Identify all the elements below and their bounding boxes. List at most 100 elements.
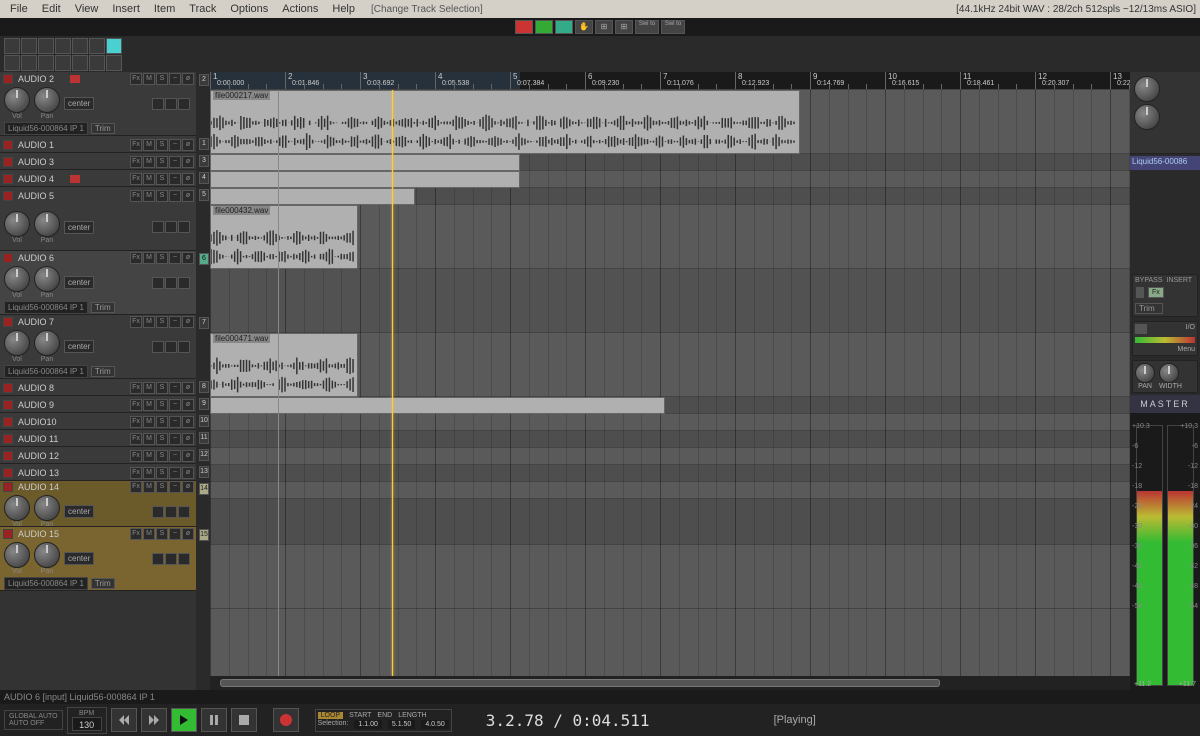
rewind-btn[interactable] bbox=[111, 708, 137, 732]
center-btn[interactable]: center bbox=[64, 97, 94, 110]
track-number[interactable]: 15 bbox=[199, 529, 209, 541]
ruler-bar-13[interactable]: 130:22.1 bbox=[1110, 72, 1113, 90]
audio-clip[interactable] bbox=[210, 188, 415, 205]
center-btn[interactable]: center bbox=[64, 221, 94, 234]
menu-help[interactable]: Help bbox=[326, 1, 361, 17]
track-panel-7[interactable]: AUDIO 7 Fx M S ~ ø Vol Pan center Liquid… bbox=[0, 315, 196, 379]
trim-btn[interactable]: Trim bbox=[91, 123, 115, 134]
toolbar-btn-1[interactable] bbox=[515, 20, 533, 34]
toolbar-btn-switch-1[interactable]: Swi to bbox=[635, 20, 659, 34]
track-number[interactable]: 5 bbox=[199, 189, 209, 201]
env-btn[interactable]: ~ bbox=[169, 156, 181, 168]
audio-clip[interactable] bbox=[210, 171, 520, 188]
bypass-btn[interactable] bbox=[1136, 287, 1144, 298]
mute-btn[interactable]: M bbox=[143, 156, 155, 168]
env-btn[interactable]: ~ bbox=[169, 433, 181, 445]
mute-btn[interactable]: M bbox=[143, 382, 155, 394]
lane-6[interactable] bbox=[210, 269, 1130, 333]
pause-btn[interactable] bbox=[201, 708, 227, 732]
toolbar-btn-2[interactable] bbox=[535, 20, 553, 34]
mute-btn[interactable]: M bbox=[143, 173, 155, 185]
scrollbar-thumb[interactable] bbox=[220, 679, 940, 687]
route-label[interactable]: Liquid56-000864 IP 1 bbox=[4, 122, 88, 135]
lane-15[interactable] bbox=[210, 545, 1130, 609]
send-knob-2[interactable] bbox=[1134, 104, 1160, 130]
ruler-bar-12[interactable]: 120:20.307 bbox=[1035, 72, 1038, 90]
phase-btn[interactable]: ø bbox=[182, 481, 194, 493]
fx-btn[interactable]: Fx bbox=[130, 528, 142, 540]
tool-btn-13[interactable] bbox=[89, 55, 105, 71]
ruler-bar-1[interactable]: 10:00.000 bbox=[210, 72, 213, 90]
track-panel-5[interactable]: AUDIO 5 Fx M S ~ ø Vol Pan center bbox=[0, 187, 196, 251]
tool-btn-11[interactable] bbox=[55, 55, 71, 71]
phase-btn[interactable]: ø bbox=[182, 467, 194, 479]
track-number[interactable]: 1 bbox=[199, 138, 209, 150]
pan-knob[interactable] bbox=[34, 87, 60, 113]
mute-btn[interactable]: M bbox=[143, 139, 155, 151]
ruler-bar-9[interactable]: 90:14.769 bbox=[810, 72, 813, 90]
track-number[interactable]: 3 bbox=[199, 155, 209, 167]
track-btn-c[interactable] bbox=[178, 98, 190, 110]
ruler-bar-7[interactable]: 70:11.076 bbox=[660, 72, 663, 90]
fx-btn[interactable]: Fx bbox=[130, 316, 142, 328]
track-panel-11[interactable]: AUDIO 11 Fx M S ~ ø bbox=[0, 430, 196, 447]
fx-btn[interactable]: Fx bbox=[130, 416, 142, 428]
track-name[interactable]: AUDIO 7 bbox=[16, 317, 68, 327]
track-number[interactable]: 13 bbox=[199, 466, 209, 478]
mute-btn[interactable]: M bbox=[143, 416, 155, 428]
trim-btn[interactable]: Trim bbox=[91, 302, 115, 313]
lane-13[interactable] bbox=[210, 482, 1130, 499]
io-toggle[interactable] bbox=[1135, 324, 1147, 334]
track-panel-6[interactable]: AUDIO 6 Fx M S ~ ø Vol Pan center Liquid… bbox=[0, 251, 196, 315]
track-btn-a[interactable] bbox=[152, 506, 164, 518]
center-btn[interactable]: center bbox=[64, 340, 94, 353]
ruler-bar-2[interactable]: 20:01.846 bbox=[285, 72, 288, 90]
phase-btn[interactable]: ø bbox=[182, 190, 194, 202]
tool-btn-1[interactable] bbox=[4, 38, 20, 54]
track-btn-b[interactable] bbox=[165, 277, 177, 289]
loop-label[interactable]: LOOP bbox=[318, 712, 343, 719]
record-arm[interactable] bbox=[3, 383, 13, 393]
solo-btn[interactable]: S bbox=[156, 528, 168, 540]
record-arm[interactable] bbox=[3, 451, 13, 461]
env-btn[interactable]: ~ bbox=[169, 467, 181, 479]
folder-icon[interactable] bbox=[70, 75, 80, 83]
record-arm[interactable] bbox=[3, 157, 13, 167]
menu-view[interactable]: View bbox=[69, 1, 105, 17]
trim-btn[interactable]: Trim bbox=[91, 578, 115, 589]
end-value[interactable]: 5.1.50 bbox=[388, 720, 415, 729]
send-knob-1[interactable] bbox=[1134, 76, 1160, 102]
menu-edit[interactable]: Edit bbox=[36, 1, 67, 17]
track-panel-3[interactable]: AUDIO 3 Fx M S ~ ø bbox=[0, 153, 196, 170]
mute-btn[interactable]: M bbox=[143, 73, 155, 85]
track-btn-c[interactable] bbox=[178, 553, 190, 565]
record-arm[interactable] bbox=[3, 482, 13, 492]
phase-btn[interactable]: ø bbox=[182, 528, 194, 540]
track-number[interactable]: 6 bbox=[199, 253, 209, 265]
toolbar-btn-3[interactable] bbox=[555, 20, 573, 34]
solo-btn[interactable]: S bbox=[156, 316, 168, 328]
record-arm[interactable] bbox=[3, 253, 13, 263]
track-name[interactable]: AUDIO 4 bbox=[16, 174, 68, 184]
volume-knob[interactable] bbox=[4, 266, 30, 292]
ruler-bar-4[interactable]: 40:05.538 bbox=[435, 72, 438, 90]
fx-btn[interactable]: Fx bbox=[130, 450, 142, 462]
track-panel-10[interactable]: AUDIO10 Fx M S ~ ø bbox=[0, 413, 196, 430]
route-label[interactable]: Liquid56-000864 IP 1 bbox=[4, 301, 88, 314]
solo-btn[interactable]: S bbox=[156, 450, 168, 462]
volume-knob[interactable] bbox=[4, 542, 30, 568]
master-label[interactable]: MASTER bbox=[1130, 395, 1200, 413]
lane-10[interactable] bbox=[210, 431, 1130, 448]
lane-11[interactable] bbox=[210, 448, 1130, 465]
phase-btn[interactable]: ø bbox=[182, 173, 194, 185]
timeline-ruler[interactable]: 10:00.00020:01.84630:03.69240:05.53850:0… bbox=[210, 72, 1130, 90]
track-btn-a[interactable] bbox=[152, 221, 164, 233]
menu-label[interactable]: Menu bbox=[1135, 346, 1195, 353]
solo-btn[interactable]: S bbox=[156, 399, 168, 411]
solo-btn[interactable]: S bbox=[156, 173, 168, 185]
track-btn-c[interactable] bbox=[178, 506, 190, 518]
audio-clip[interactable]: file000217.wav bbox=[210, 90, 800, 154]
phase-btn[interactable]: ø bbox=[182, 382, 194, 394]
record-arm[interactable] bbox=[3, 468, 13, 478]
track-name[interactable]: AUDIO10 bbox=[16, 417, 68, 427]
